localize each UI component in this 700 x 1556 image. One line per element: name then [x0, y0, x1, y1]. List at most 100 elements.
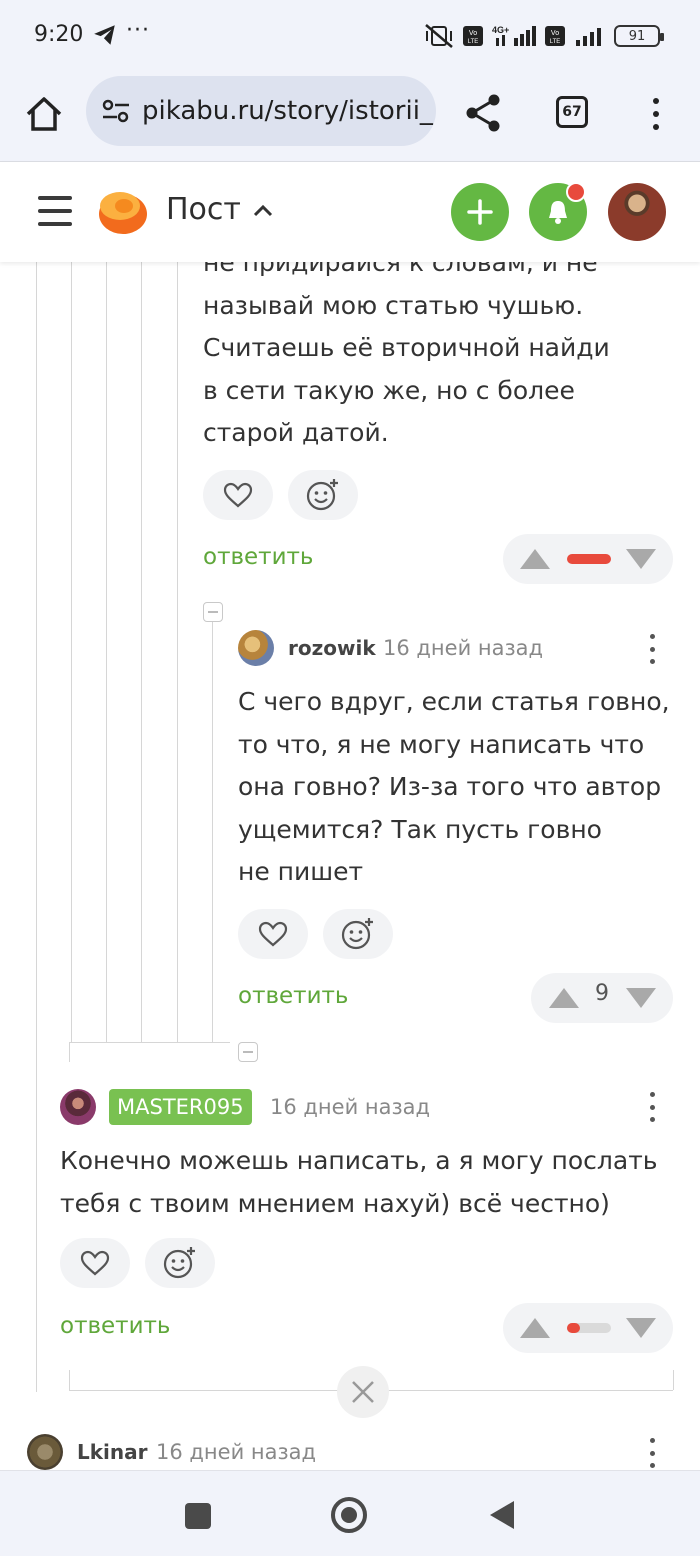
- comment-line: называй мою статью чушью.: [203, 290, 584, 320]
- smiley-plus-icon: [306, 479, 338, 511]
- thread-line: [71, 262, 72, 1042]
- rating-control: [503, 1303, 673, 1353]
- heart-icon: [80, 1250, 110, 1276]
- volte-icon-2: Vo LTE: [545, 26, 565, 46]
- close-thread-button[interactable]: [337, 1366, 389, 1418]
- like-button[interactable]: [60, 1238, 130, 1288]
- svg-text:LTE: LTE: [550, 39, 561, 45]
- svg-text:Vo: Vo: [469, 30, 477, 37]
- thread-line: [69, 1370, 70, 1390]
- tab-switcher-button[interactable]: 67: [556, 96, 588, 128]
- vote-down-icon[interactable]: [625, 548, 657, 570]
- volte-icon: Vo LTE: [463, 26, 483, 46]
- share-icon[interactable]: [462, 92, 504, 134]
- thread-line: [177, 262, 178, 1042]
- reply-link[interactable]: ответить: [238, 983, 348, 1009]
- collapse-thread-icon[interactable]: [238, 1042, 258, 1062]
- address-bar[interactable]: pikabu.ru/story/istorii_: [86, 76, 436, 146]
- heart-icon: [223, 482, 253, 508]
- user-avatar[interactable]: [608, 183, 666, 241]
- browser-menu-icon[interactable]: [644, 94, 668, 134]
- notification-dot: [566, 182, 586, 202]
- comment-menu-icon[interactable]: [648, 1092, 656, 1122]
- like-button[interactable]: [238, 909, 308, 959]
- comment-line: в сети такую же, но с более: [203, 375, 575, 405]
- hamburger-menu-icon[interactable]: [38, 194, 72, 228]
- vote-down-icon[interactable]: [625, 1317, 657, 1339]
- add-reaction-button[interactable]: [145, 1238, 215, 1288]
- vote-down-icon[interactable]: [625, 987, 657, 1009]
- reply-link[interactable]: ответить: [203, 544, 313, 570]
- plus-icon: [467, 199, 493, 225]
- comment-line: старой датой.: [203, 418, 389, 447]
- avatar[interactable]: [238, 630, 274, 666]
- vote-up-icon[interactable]: [519, 548, 551, 570]
- add-reaction-button[interactable]: [323, 909, 393, 959]
- smiley-plus-icon: [163, 1247, 195, 1279]
- reply-link[interactable]: ответить: [60, 1313, 170, 1339]
- thread-line: [673, 1370, 674, 1390]
- comment-date: 16 дней назад: [383, 636, 544, 660]
- url-text[interactable]: pikabu.ru/story/istorii_: [142, 96, 433, 126]
- svg-text:4G+: 4G+: [492, 25, 509, 35]
- pikabu-logo[interactable]: [96, 184, 150, 240]
- rating-score: 9: [595, 981, 609, 1006]
- add-reaction-button[interactable]: [288, 470, 358, 520]
- app-header: Пост: [0, 162, 700, 262]
- bell-icon: [549, 201, 567, 224]
- back-icon[interactable]: [488, 1499, 516, 1531]
- comment-line: Считаешь её вторичной найди: [203, 333, 610, 362]
- close-icon: [352, 1381, 374, 1403]
- collapse-thread-icon[interactable]: [203, 602, 223, 622]
- thread-line: [141, 262, 142, 1042]
- svg-text:Vo: Vo: [551, 30, 559, 37]
- status-time: 9:20: [34, 22, 84, 47]
- thread-line: [212, 612, 213, 1042]
- like-button[interactable]: [203, 470, 273, 520]
- signal-icon: [576, 28, 601, 46]
- comments-thread: не придирайся к словам, и не называй мою…: [0, 262, 700, 1470]
- avatar[interactable]: [27, 1434, 63, 1470]
- comment-line: ущемится? Так пусть говно: [238, 814, 602, 844]
- thread-line: [69, 1042, 70, 1062]
- browser-toolbar: pikabu.ru/story/istorii_ 67: [0, 70, 700, 162]
- chevron-up-icon[interactable]: [252, 202, 274, 218]
- comment-username[interactable]: rozowik: [288, 636, 376, 660]
- rating-bar: [567, 554, 611, 564]
- site-settings-icon[interactable]: [102, 98, 130, 124]
- comment-line: тебя с твоим мнением нахуй) всё честно): [60, 1188, 610, 1218]
- status-bar: 9:20 ··· Vo LTE 4G+ Vo LTE 91: [0, 0, 700, 70]
- avatar[interactable]: [60, 1089, 96, 1125]
- add-post-button[interactable]: [451, 183, 509, 241]
- rating-control: [503, 534, 673, 584]
- comment-username-badge[interactable]: MASTER095: [109, 1089, 252, 1125]
- home-button[interactable]: [331, 1497, 367, 1533]
- svg-text:LTE: LTE: [468, 39, 479, 45]
- battery-icon: 91: [614, 25, 664, 47]
- page-title[interactable]: Пост: [166, 192, 241, 227]
- comment-line: не пишет: [238, 857, 364, 886]
- comment-menu-icon[interactable]: [648, 634, 656, 664]
- telegram-icon: [94, 25, 115, 45]
- comment-menu-icon[interactable]: [648, 1438, 656, 1468]
- comment-top-text: не придирайся к словам, и не называй мою…: [203, 262, 610, 455]
- home-icon[interactable]: [24, 94, 64, 134]
- signal-4g-icon: 4G+: [492, 25, 536, 46]
- thread-line: [106, 262, 107, 1042]
- mute-vibrate-icon: [425, 24, 453, 48]
- heart-icon: [258, 921, 288, 947]
- comment-date: 16 дней назад: [270, 1095, 431, 1119]
- comment-line: она говно? Из-за того что автор: [238, 772, 662, 801]
- vote-up-icon[interactable]: [548, 987, 580, 1009]
- rating-control: 9: [531, 973, 673, 1023]
- comment-line: С чего вдруг, если статья говно,: [238, 687, 670, 716]
- vote-up-icon[interactable]: [519, 1317, 551, 1339]
- thread-line: [36, 262, 37, 1392]
- status-icons: Vo LTE 4G+ Vo LTE 91: [424, 22, 664, 50]
- system-nav-bar: [0, 1470, 700, 1556]
- comment-text: Конечно можешь написать, а я могу послат…: [60, 1140, 658, 1225]
- comment-username[interactable]: Lkinar: [77, 1440, 148, 1464]
- recents-button[interactable]: [185, 1503, 211, 1529]
- status-more-icon: ···: [126, 18, 150, 43]
- thread-line: [70, 1042, 230, 1043]
